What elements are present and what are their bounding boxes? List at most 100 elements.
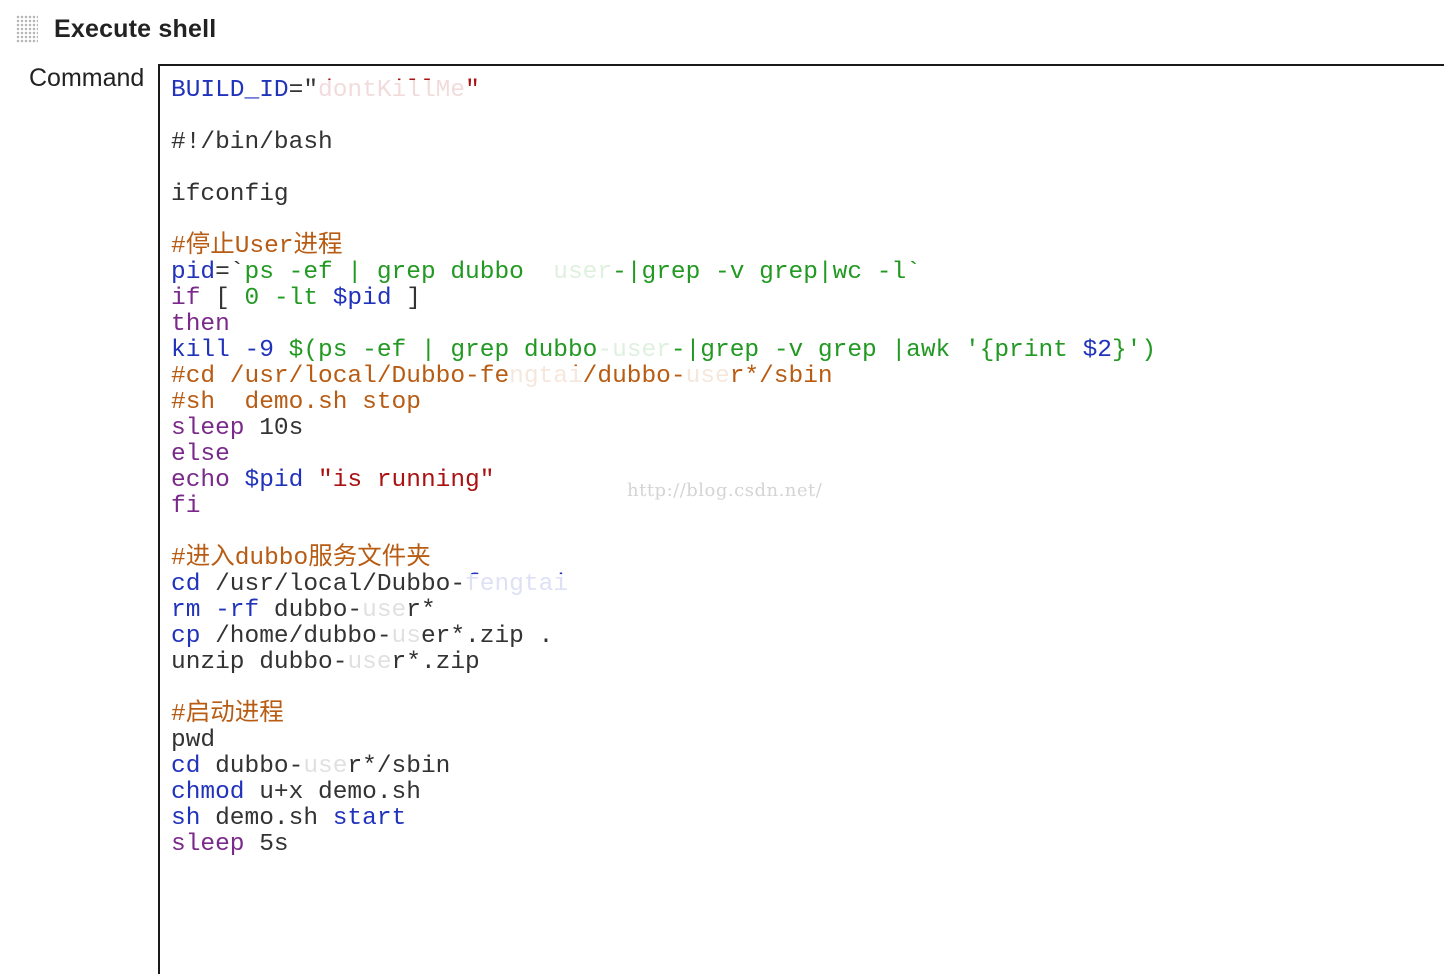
code-token: cd [171,753,201,780]
code-token: else [171,441,230,468]
drag-handle-icon[interactable] [16,15,38,43]
code-token: $pid [244,467,304,494]
code-token: BUILD_ID [171,77,289,104]
code-token: ifconfig [171,181,289,208]
code-token: echo [171,467,230,494]
code-token: kill -9 [171,337,289,364]
redacted-token: use [303,753,348,780]
code-token: /usr/local/Dubbo- [200,571,466,598]
redacted-token: use [685,363,730,390]
code-token: cp [171,623,201,650]
code-token: /home/dubbo- [200,623,392,650]
redacted-token: user [553,259,613,286]
code-token: u+x demo.sh [244,779,421,806]
code-line: cp /home/dubbo-user*.zip . [171,624,1156,650]
command-textarea[interactable]: BUILD_ID="dontKillMe" #!/bin/bash ifconf… [158,64,1444,974]
code-token: "is running" [318,467,495,494]
redacted-token: us [391,623,422,650]
code-token: =` [215,259,245,286]
code-content: BUILD_ID="dontKillMe" #!/bin/bash ifconf… [171,78,1156,858]
code-line: else [171,442,1156,468]
code-token: }') [1111,337,1157,364]
code-token: -|grep -v grep |awk '{print [670,337,1083,364]
code-line: #启动进程 [171,702,1156,728]
code-token: cd [171,571,201,598]
code-token: pwd [171,727,216,754]
code-line: #!/bin/bash [171,130,1156,156]
code-token: pid [171,259,216,286]
code-line: unzip dubbo-user*.zip [171,650,1156,676]
code-token: dubbo- [200,753,304,780]
code-token: #进入dubbo服务文件夹 [171,545,431,572]
redacted-token: ngtai [509,363,583,390]
code-line: pwd [171,728,1156,754]
code-line: #进入dubbo服务文件夹 [171,546,1156,572]
code-token: -|grep -v grep|wc -l` [612,259,921,286]
code-token: r*/sbin [729,363,833,390]
code-line: kill -9 $(ps -ef | grep dubbo-user-|grep… [171,338,1156,364]
code-token: #sh demo.sh stop [171,389,421,416]
code-line: sleep 5s [171,832,1156,858]
code-line: chmod u+x demo.sh [171,780,1156,806]
code-token: dubbo- [259,597,363,624]
code-line: ifconfig [171,182,1156,208]
code-token: r* [406,597,436,624]
code-token: er*.zip . [420,623,554,650]
section-title: Execute shell [54,14,217,43]
code-token: ps -ef | grep dubbo [244,259,554,286]
code-token: " [465,77,480,104]
code-token: /dubbo- [582,363,686,390]
code-line: cd /usr/local/Dubbo-fengtai [171,572,1156,598]
code-token: demo.sh [200,805,333,832]
redacted-token: fengtai [465,571,568,598]
redacted-token: use [347,649,392,676]
code-token: r*.zip [391,649,480,676]
code-token: #cd /usr/local/Dubbo-fe [171,363,510,390]
code-token: ] [391,285,421,312]
code-token: start [332,805,407,832]
code-line: rm -rf dubbo-user* [171,598,1156,624]
code-line: if [ 0 -lt $pid ] [171,286,1156,312]
redacted-token: -user [597,337,671,364]
code-line: #cd /usr/local/Dubbo-fengtai/dubbo-user*… [171,364,1156,390]
code-token: =" [288,77,319,104]
code-line: pid=`ps -ef | grep dubbo user-|grep -v g… [171,260,1156,286]
code-token: r*/sbin [347,753,451,780]
code-token: $2 [1082,337,1112,364]
code-token: rm -rf [171,597,260,624]
code-line: then [171,312,1156,338]
command-label: Command [29,64,145,92]
code-token: #!/bin/bash [171,129,333,156]
code-line: cd dubbo-user*/sbin [171,754,1156,780]
code-line: #sh demo.sh stop [171,390,1156,416]
code-token: #启动进程 [171,701,284,728]
redacted-token: use [362,597,407,624]
code-token: chmod [171,779,245,806]
code-token: 10s [244,415,304,442]
code-token: dubbo- [244,649,348,676]
code-token: then [171,311,230,338]
code-token: $pid [332,285,392,312]
code-token: if [171,285,201,312]
code-token: 0 -lt [244,285,333,312]
redacted-token: dontKillMe [318,77,466,104]
execute-shell-header: Execute shell [16,12,216,46]
code-token: sleep [171,415,245,442]
code-line: sleep 10s [171,416,1156,442]
code-token: sh [171,805,201,832]
code-line: #停止User进程 [171,234,1156,260]
code-line: BUILD_ID="dontKillMe" [171,78,1156,104]
code-token: [ [200,285,245,312]
code-token: #停止User进程 [171,233,343,260]
watermark: http://blog.csdn.net/ [627,480,823,501]
code-token: 5s [244,831,289,858]
code-token: sleep [171,831,245,858]
code-line: sh demo.sh start [171,806,1156,832]
